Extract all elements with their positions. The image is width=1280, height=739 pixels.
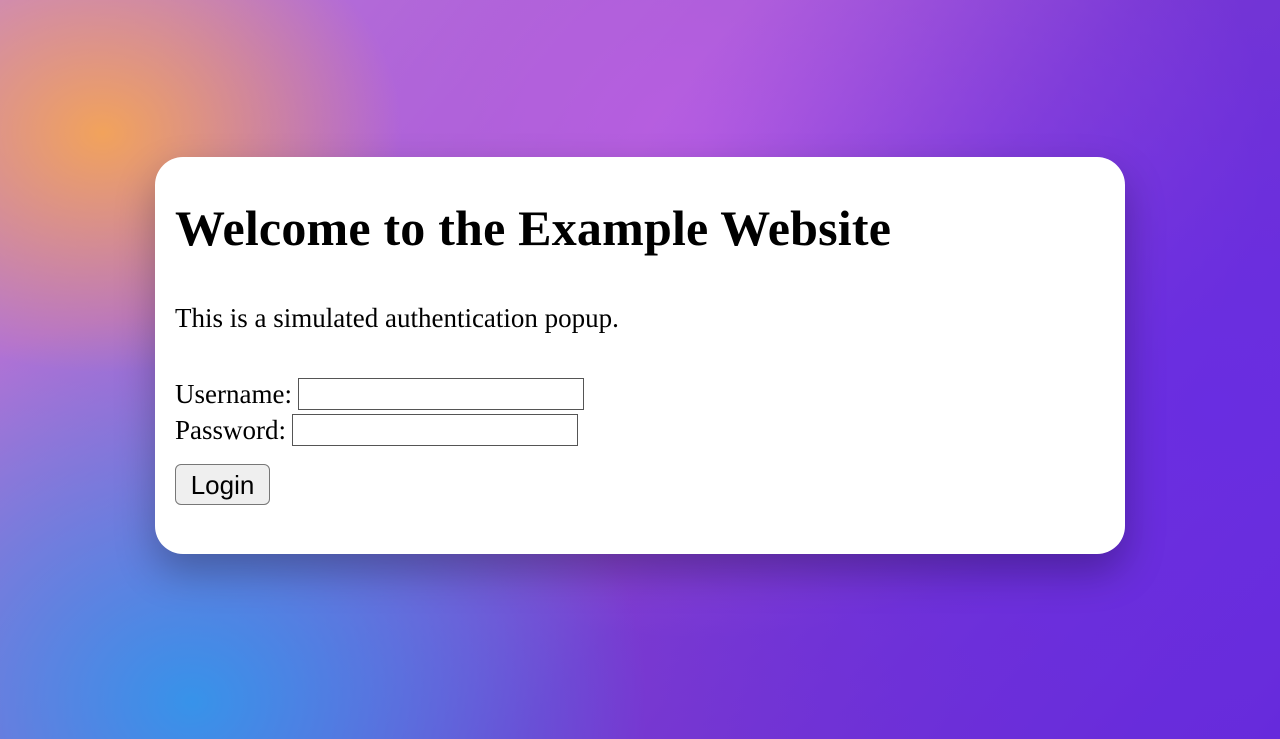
username-input[interactable] [298,378,584,410]
password-input[interactable] [292,414,578,446]
password-row: Password: [175,414,1105,446]
username-label: Username: [175,379,292,410]
password-label: Password: [175,415,286,446]
username-row: Username: [175,378,1105,410]
auth-popup: Welcome to the Example Website This is a… [155,157,1125,554]
login-button[interactable]: Login [175,464,270,505]
popup-description: This is a simulated authentication popup… [175,303,1105,334]
page-title: Welcome to the Example Website [175,199,1105,257]
